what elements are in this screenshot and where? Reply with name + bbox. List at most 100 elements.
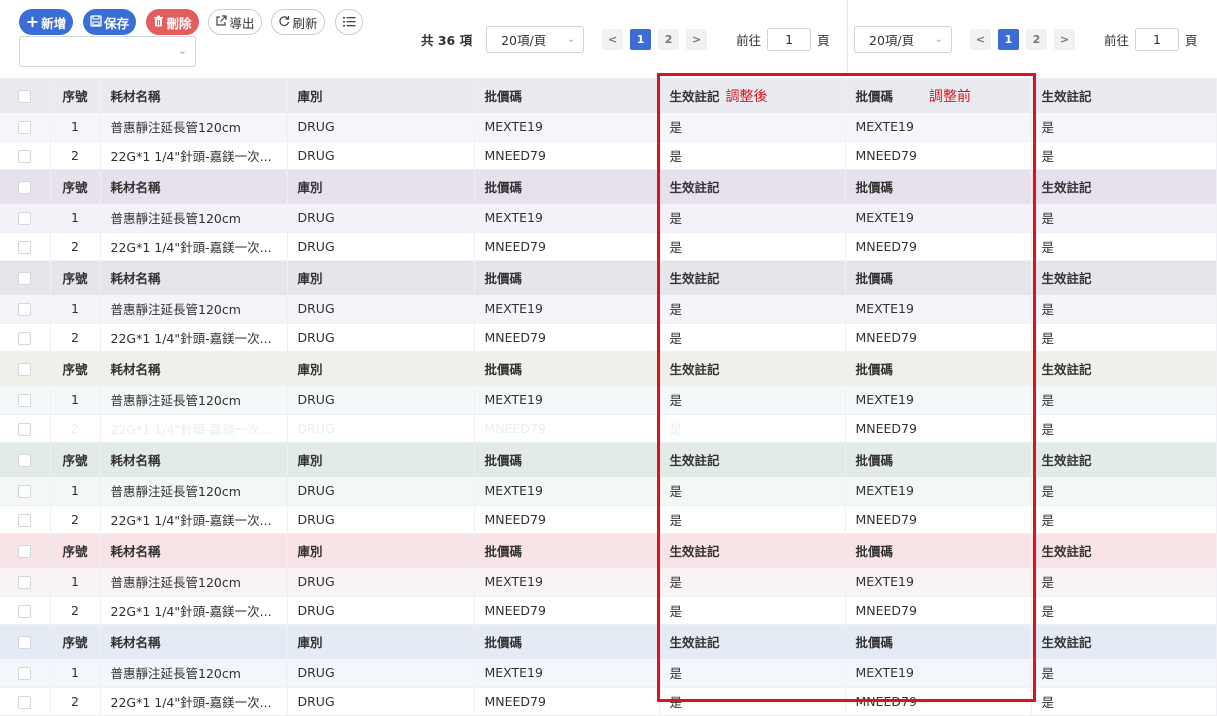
page-button-1[interactable]: 1 — [630, 28, 652, 50]
table-header-row: 序號 耗材名稱 庫別 批價碼 生效註記 批價碼 生效註記 — [0, 169, 1217, 204]
row-checkbox[interactable] — [18, 485, 32, 499]
row-checkbox[interactable] — [18, 576, 32, 590]
column-settings-button[interactable] — [335, 9, 363, 35]
column-header-effective-after: 生效註記 調整後 — [659, 78, 846, 113]
column-header-store: 庫別 — [287, 442, 475, 477]
table-row[interactable]: 1 普惠靜注延長管120cm DRUG MEXTE19 是 MEXTE19 是 — [0, 204, 1217, 233]
column-header-label: 批價碼 — [855, 180, 894, 196]
delete-button[interactable]: 刪除 — [146, 9, 199, 35]
table-row[interactable]: 1 普惠靜注延長管120cm DRUG MEXTE19 是 MEXTE19 是 — [0, 113, 1217, 142]
goto-label: 前往 — [1104, 32, 1130, 48]
column-header-store: 庫別 — [287, 169, 475, 204]
select-all-checkbox[interactable] — [18, 454, 32, 468]
table-row[interactable]: 1 普惠靜注延長管120cm DRUG MEXTE19 是 MEXTE19 是 — [0, 386, 1217, 415]
row-checkbox[interactable] — [18, 303, 32, 317]
row-checkbox-cell — [0, 232, 51, 261]
add-button[interactable]: + 新增 — [19, 9, 73, 35]
cell-name: 22G*1 1/4"針頭-嘉鎂一次... — [100, 323, 288, 352]
toolbar-divider — [847, 0, 848, 76]
column-header-label: 生效註記 — [669, 88, 720, 104]
next-page-button[interactable]: > — [686, 28, 708, 50]
cell-store: DRUG — [287, 414, 475, 443]
save-button[interactable]: 保存 — [83, 9, 136, 35]
column-header-label: 生效註記 — [669, 635, 720, 651]
row-checkbox[interactable] — [18, 667, 32, 681]
column-header-no: 序號 — [50, 260, 101, 295]
chevron-right-icon: > — [1059, 32, 1070, 46]
chevron-left-icon: < — [975, 32, 986, 46]
select-all-checkbox[interactable] — [18, 90, 32, 103]
column-header-name: 耗材名稱 — [100, 533, 288, 568]
goto-page-input[interactable]: 1 — [1135, 27, 1180, 51]
row-checkbox[interactable] — [18, 149, 32, 163]
filter-select[interactable]: ⌄ — [19, 36, 196, 67]
row-checkbox[interactable] — [18, 121, 32, 135]
export-button[interactable]: 導出 — [208, 9, 262, 35]
cell-no: 1 — [50, 113, 101, 142]
list-settings-icon — [342, 15, 356, 30]
goto-label: 前往 — [736, 32, 762, 48]
row-checkbox[interactable] — [18, 240, 32, 254]
cell-effective-before: 是 — [1031, 232, 1217, 261]
page-button-1[interactable]: 1 — [998, 28, 1019, 50]
column-header-effective-after: 生效註記 — [659, 533, 846, 568]
chevron-right-icon: > — [692, 32, 702, 46]
select-all-checkbox[interactable] — [18, 545, 32, 559]
save-button-label: 保存 — [103, 15, 129, 31]
column-header-label: 批價碼 — [484, 544, 523, 560]
table-row[interactable]: 2 22G*1 1/4"針頭-嘉鎂一次... DRUG MNEED79 是 MNEED79… — [0, 596, 1217, 625]
column-header-label: 耗材名稱 — [110, 544, 161, 560]
row-checkbox-cell — [0, 659, 51, 688]
column-header-code: 批價碼 — [474, 169, 660, 204]
page-button-2[interactable]: 2 — [1026, 28, 1047, 50]
table-row[interactable]: 2 22G*1 1/4"針頭-嘉鎂一次... DRUG MNEED79 是 MNEED79… — [0, 323, 1217, 352]
table-header-row: 序號 耗材名稱 庫別 批價碼 生效註記 批價碼 生效註記 — [0, 533, 1217, 568]
row-checkbox[interactable] — [18, 695, 32, 709]
row-checkbox-cell — [0, 113, 51, 142]
select-all-checkbox[interactable] — [18, 181, 32, 195]
table-row[interactable]: 1 普惠靜注延長管120cm DRUG MEXTE19 是 MEXTE19 是 — [0, 568, 1217, 597]
select-all-checkbox[interactable] — [18, 636, 32, 650]
row-checkbox[interactable] — [18, 331, 32, 345]
cell-code-before: MNEED79 — [845, 505, 1032, 534]
row-checkbox[interactable] — [18, 422, 32, 436]
row-checkbox-cell — [0, 568, 51, 597]
cell-name: 22G*1 1/4"針頭-嘉鎂一次... — [100, 232, 288, 261]
prev-page-button[interactable]: < — [602, 28, 624, 50]
table-row[interactable]: 2 22G*1 1/4"針頭-嘉鎂一次... DRUG MNEED79 是 MNEED79… — [0, 414, 1217, 443]
table-row[interactable]: 1 普惠靜注延長管120cm DRUG MEXTE19 是 MEXTE19 是 — [0, 659, 1217, 688]
table-row[interactable]: 1 普惠靜注延長管120cm DRUG MEXTE19 是 MEXTE19 是 — [0, 295, 1217, 324]
table-row[interactable]: 2 22G*1 1/4"針頭-嘉鎂一次... DRUG MNEED79 是 MNEED79… — [0, 505, 1217, 534]
refresh-button[interactable]: 刷新 — [271, 9, 325, 35]
column-header-label: 序號 — [62, 180, 88, 196]
cell-no: 2 — [50, 141, 101, 170]
next-page-button[interactable]: > — [1054, 28, 1075, 50]
page-size-select[interactable]: 20項/頁 ⌄ — [854, 25, 952, 53]
select-all-checkbox[interactable] — [18, 363, 32, 377]
table-row[interactable]: 2 22G*1 1/4"針頭-嘉鎂一次... DRUG MNEED79 是 MNEED79… — [0, 232, 1217, 261]
prev-page-button[interactable]: < — [970, 28, 991, 50]
column-header-label: 耗材名稱 — [110, 362, 161, 378]
row-checkbox[interactable] — [18, 212, 32, 226]
cell-name: 普惠靜注延長管120cm — [100, 659, 288, 688]
cell-effective-before: 是 — [1031, 687, 1217, 716]
column-header-label: 庫別 — [297, 362, 323, 378]
table-row[interactable]: 1 普惠靜注延長管120cm DRUG MEXTE19 是 MEXTE19 是 — [0, 477, 1217, 506]
column-header-store: 庫別 — [287, 533, 475, 568]
select-all-checkbox[interactable] — [18, 272, 32, 286]
page-button-2[interactable]: 2 — [658, 28, 680, 50]
page-size-select[interactable]: 20項/頁 ⌄ — [486, 25, 585, 53]
cell-effective-after: 是 — [659, 414, 846, 443]
cell-store: DRUG — [287, 204, 475, 233]
goto-page-input[interactable]: 1 — [767, 27, 812, 51]
column-header-label: 批價碼 — [855, 271, 894, 287]
column-header-code-before: 批價碼 — [845, 260, 1032, 295]
cell-effective-before: 是 — [1031, 568, 1217, 597]
table-row[interactable]: 2 22G*1 1/4"針頭-嘉鎂一次... DRUG MNEED79 是 MNEED79… — [0, 141, 1217, 170]
row-checkbox[interactable] — [18, 513, 32, 527]
row-checkbox[interactable] — [18, 394, 32, 408]
row-checkbox[interactable] — [18, 604, 32, 618]
chevron-left-icon: < — [608, 32, 618, 46]
table-row[interactable]: 2 22G*1 1/4"針頭-嘉鎂一次... DRUG MNEED79 是 MNEED79… — [0, 687, 1217, 716]
column-header-code: 批價碼 — [474, 78, 660, 113]
